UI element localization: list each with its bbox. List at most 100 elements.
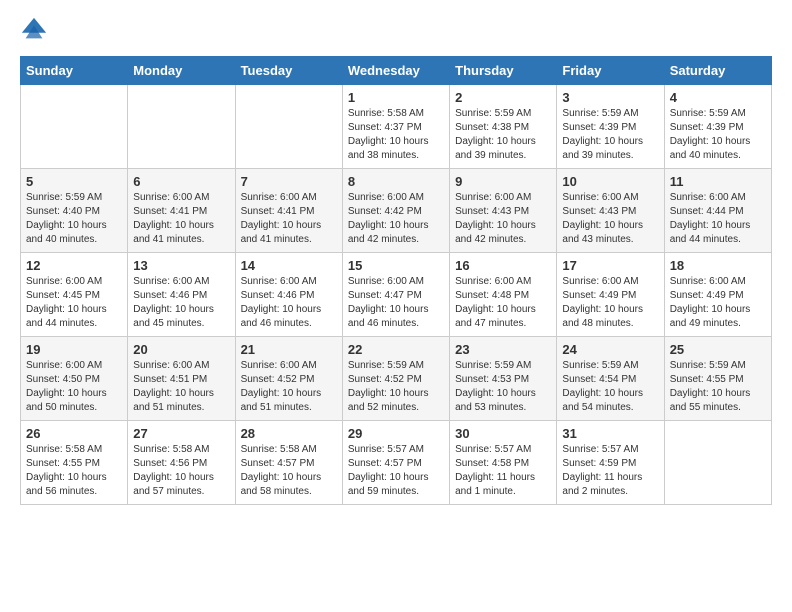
calendar-cell — [235, 85, 342, 169]
day-number: 31 — [562, 426, 658, 441]
calendar-table: SundayMondayTuesdayWednesdayThursdayFrid… — [20, 56, 772, 505]
day-number: 8 — [348, 174, 444, 189]
day-info: Sunrise: 5:57 AM Sunset: 4:57 PM Dayligh… — [348, 443, 444, 499]
logo — [20, 16, 50, 44]
calendar-cell: 24 Sunrise: 5:59 AM Sunset: 4:54 PM Dayli… — [557, 337, 664, 421]
calendar-cell: 11Sunrise: 6:00 AM Sunset: 4:44 PM Dayli… — [664, 169, 771, 253]
day-info: Sunrise: 5:59 AM Sunset: 4:40 PM Dayligh… — [26, 191, 122, 247]
day-info: Sunrise: 5:59 AM Sunset: 4:54 PM Dayligh… — [562, 359, 658, 415]
day-info: Sunrise: 6:00 AM Sunset: 4:52 PM Dayligh… — [241, 359, 337, 415]
day-header-sunday: Sunday — [21, 57, 128, 85]
calendar-header: SundayMondayTuesdayWednesdayThursdayFrid… — [21, 57, 772, 85]
day-number: 30 — [455, 426, 551, 441]
calendar-cell: 14 Sunrise: 6:00 AM Sunset: 4:46 PM Dayli… — [235, 253, 342, 337]
day-number: 3 — [562, 90, 658, 105]
day-number: 27 — [133, 426, 229, 441]
day-number: 26 — [26, 426, 122, 441]
calendar-cell: 31 Sunrise: 5:57 AM Sunset: 4:59 PM Dayli… — [557, 421, 664, 505]
calendar-cell: 21Sunrise: 6:00 AM Sunset: 4:52 PM Dayli… — [235, 337, 342, 421]
day-info: Sunrise: 5:59 AM Sunset: 4:39 PM Dayligh… — [562, 107, 658, 163]
day-info: Sunrise: 6:00 AM Sunset: 4:47 PM Dayligh… — [348, 275, 444, 331]
calendar-cell: 8Sunrise: 6:00 AM Sunset: 4:42 PM Daylig… — [342, 169, 449, 253]
day-info: Sunrise: 5:59 AM Sunset: 4:52 PM Dayligh… — [348, 359, 444, 415]
day-number: 12 — [26, 258, 122, 273]
day-info: Sunrise: 5:57 AM Sunset: 4:59 PM Dayligh… — [562, 443, 658, 499]
day-number: 18 — [670, 258, 766, 273]
day-info: Sunrise: 6:00 AM Sunset: 4:44 PM Dayligh… — [670, 191, 766, 247]
day-header-thursday: Thursday — [450, 57, 557, 85]
calendar-cell: 6 Sunrise: 6:00 AM Sunset: 4:41 PM Daylig… — [128, 169, 235, 253]
week-row-3: 12 Sunrise: 6:00 AM Sunset: 4:45 PM Dayli… — [21, 253, 772, 337]
day-info: Sunrise: 6:00 AM Sunset: 4:48 PM Dayligh… — [455, 275, 551, 331]
calendar-cell: 5 Sunrise: 5:59 AM Sunset: 4:40 PM Daylig… — [21, 169, 128, 253]
day-number: 15 — [348, 258, 444, 273]
week-row-4: 19 Sunrise: 6:00 AM Sunset: 4:50 PM Dayli… — [21, 337, 772, 421]
day-number: 16 — [455, 258, 551, 273]
calendar-cell: 16 Sunrise: 6:00 AM Sunset: 4:48 PM Dayli… — [450, 253, 557, 337]
day-header-row: SundayMondayTuesdayWednesdayThursdayFrid… — [21, 57, 772, 85]
calendar-cell: 27 Sunrise: 5:58 AM Sunset: 4:56 PM Dayli… — [128, 421, 235, 505]
day-number: 9 — [455, 174, 551, 189]
calendar-cell: 7Sunrise: 6:00 AM Sunset: 4:41 PM Daylig… — [235, 169, 342, 253]
day-info: Sunrise: 5:59 AM Sunset: 4:38 PM Dayligh… — [455, 107, 551, 163]
calendar-cell: 1 Sunrise: 5:58 AM Sunset: 4:37 PM Daylig… — [342, 85, 449, 169]
week-row-5: 26Sunrise: 5:58 AM Sunset: 4:55 PM Dayli… — [21, 421, 772, 505]
day-info: Sunrise: 5:58 AM Sunset: 4:57 PM Dayligh… — [241, 443, 337, 499]
day-number: 13 — [133, 258, 229, 273]
day-info: Sunrise: 6:00 AM Sunset: 4:49 PM Dayligh… — [670, 275, 766, 331]
day-info: Sunrise: 5:58 AM Sunset: 4:37 PM Dayligh… — [348, 107, 444, 163]
day-number: 14 — [241, 258, 337, 273]
day-number: 28 — [241, 426, 337, 441]
day-info: Sunrise: 5:59 AM Sunset: 4:55 PM Dayligh… — [670, 359, 766, 415]
calendar-cell: 12 Sunrise: 6:00 AM Sunset: 4:45 PM Dayli… — [21, 253, 128, 337]
calendar-cell: 29 Sunrise: 5:57 AM Sunset: 4:57 PM Dayli… — [342, 421, 449, 505]
calendar-cell: 20Sunrise: 6:00 AM Sunset: 4:51 PM Dayli… — [128, 337, 235, 421]
calendar-cell: 13Sunrise: 6:00 AM Sunset: 4:46 PM Dayli… — [128, 253, 235, 337]
day-number: 23 — [455, 342, 551, 357]
logo-icon — [20, 16, 48, 44]
day-info: Sunrise: 6:00 AM Sunset: 4:49 PM Dayligh… — [562, 275, 658, 331]
day-number: 6 — [133, 174, 229, 189]
day-info: Sunrise: 5:59 AM Sunset: 4:39 PM Dayligh… — [670, 107, 766, 163]
day-number: 25 — [670, 342, 766, 357]
day-info: Sunrise: 6:00 AM Sunset: 4:45 PM Dayligh… — [26, 275, 122, 331]
day-number: 5 — [26, 174, 122, 189]
calendar-cell — [21, 85, 128, 169]
day-info: Sunrise: 6:00 AM Sunset: 4:41 PM Dayligh… — [241, 191, 337, 247]
calendar-cell: 25 Sunrise: 5:59 AM Sunset: 4:55 PM Dayli… — [664, 337, 771, 421]
day-info: Sunrise: 6:00 AM Sunset: 4:41 PM Dayligh… — [133, 191, 229, 247]
calendar-cell: 4 Sunrise: 5:59 AM Sunset: 4:39 PM Daylig… — [664, 85, 771, 169]
calendar-cell: 9Sunrise: 6:00 AM Sunset: 4:43 PM Daylig… — [450, 169, 557, 253]
calendar-cell: 3 Sunrise: 5:59 AM Sunset: 4:39 PM Daylig… — [557, 85, 664, 169]
page-header — [20, 16, 772, 44]
calendar-cell: 18 Sunrise: 6:00 AM Sunset: 4:49 PM Dayli… — [664, 253, 771, 337]
day-header-tuesday: Tuesday — [235, 57, 342, 85]
calendar-cell: 28 Sunrise: 5:58 AM Sunset: 4:57 PM Dayli… — [235, 421, 342, 505]
calendar-cell: 26Sunrise: 5:58 AM Sunset: 4:55 PM Dayli… — [21, 421, 128, 505]
calendar-cell: 19 Sunrise: 6:00 AM Sunset: 4:50 PM Dayli… — [21, 337, 128, 421]
calendar-cell: 10Sunrise: 6:00 AM Sunset: 4:43 PM Dayli… — [557, 169, 664, 253]
day-info: Sunrise: 5:57 AM Sunset: 4:58 PM Dayligh… — [455, 443, 551, 499]
day-info: Sunrise: 6:00 AM Sunset: 4:46 PM Dayligh… — [241, 275, 337, 331]
calendar-body: 1 Sunrise: 5:58 AM Sunset: 4:37 PM Daylig… — [21, 85, 772, 505]
day-number: 19 — [26, 342, 122, 357]
day-number: 4 — [670, 90, 766, 105]
calendar-cell: 17 Sunrise: 6:00 AM Sunset: 4:49 PM Dayli… — [557, 253, 664, 337]
day-info: Sunrise: 5:59 AM Sunset: 4:53 PM Dayligh… — [455, 359, 551, 415]
week-row-1: 1 Sunrise: 5:58 AM Sunset: 4:37 PM Daylig… — [21, 85, 772, 169]
day-info: Sunrise: 5:58 AM Sunset: 4:56 PM Dayligh… — [133, 443, 229, 499]
day-number: 17 — [562, 258, 658, 273]
page-container: SundayMondayTuesdayWednesdayThursdayFrid… — [0, 0, 792, 521]
day-number: 1 — [348, 90, 444, 105]
day-number: 10 — [562, 174, 658, 189]
day-number: 29 — [348, 426, 444, 441]
day-number: 22 — [348, 342, 444, 357]
calendar-cell: 23 Sunrise: 5:59 AM Sunset: 4:53 PM Dayli… — [450, 337, 557, 421]
day-info: Sunrise: 6:00 AM Sunset: 4:50 PM Dayligh… — [26, 359, 122, 415]
day-number: 24 — [562, 342, 658, 357]
day-info: Sunrise: 6:00 AM Sunset: 4:51 PM Dayligh… — [133, 359, 229, 415]
day-number: 2 — [455, 90, 551, 105]
calendar-cell: 22 Sunrise: 5:59 AM Sunset: 4:52 PM Dayli… — [342, 337, 449, 421]
day-header-friday: Friday — [557, 57, 664, 85]
calendar-cell: 2 Sunrise: 5:59 AM Sunset: 4:38 PM Daylig… — [450, 85, 557, 169]
